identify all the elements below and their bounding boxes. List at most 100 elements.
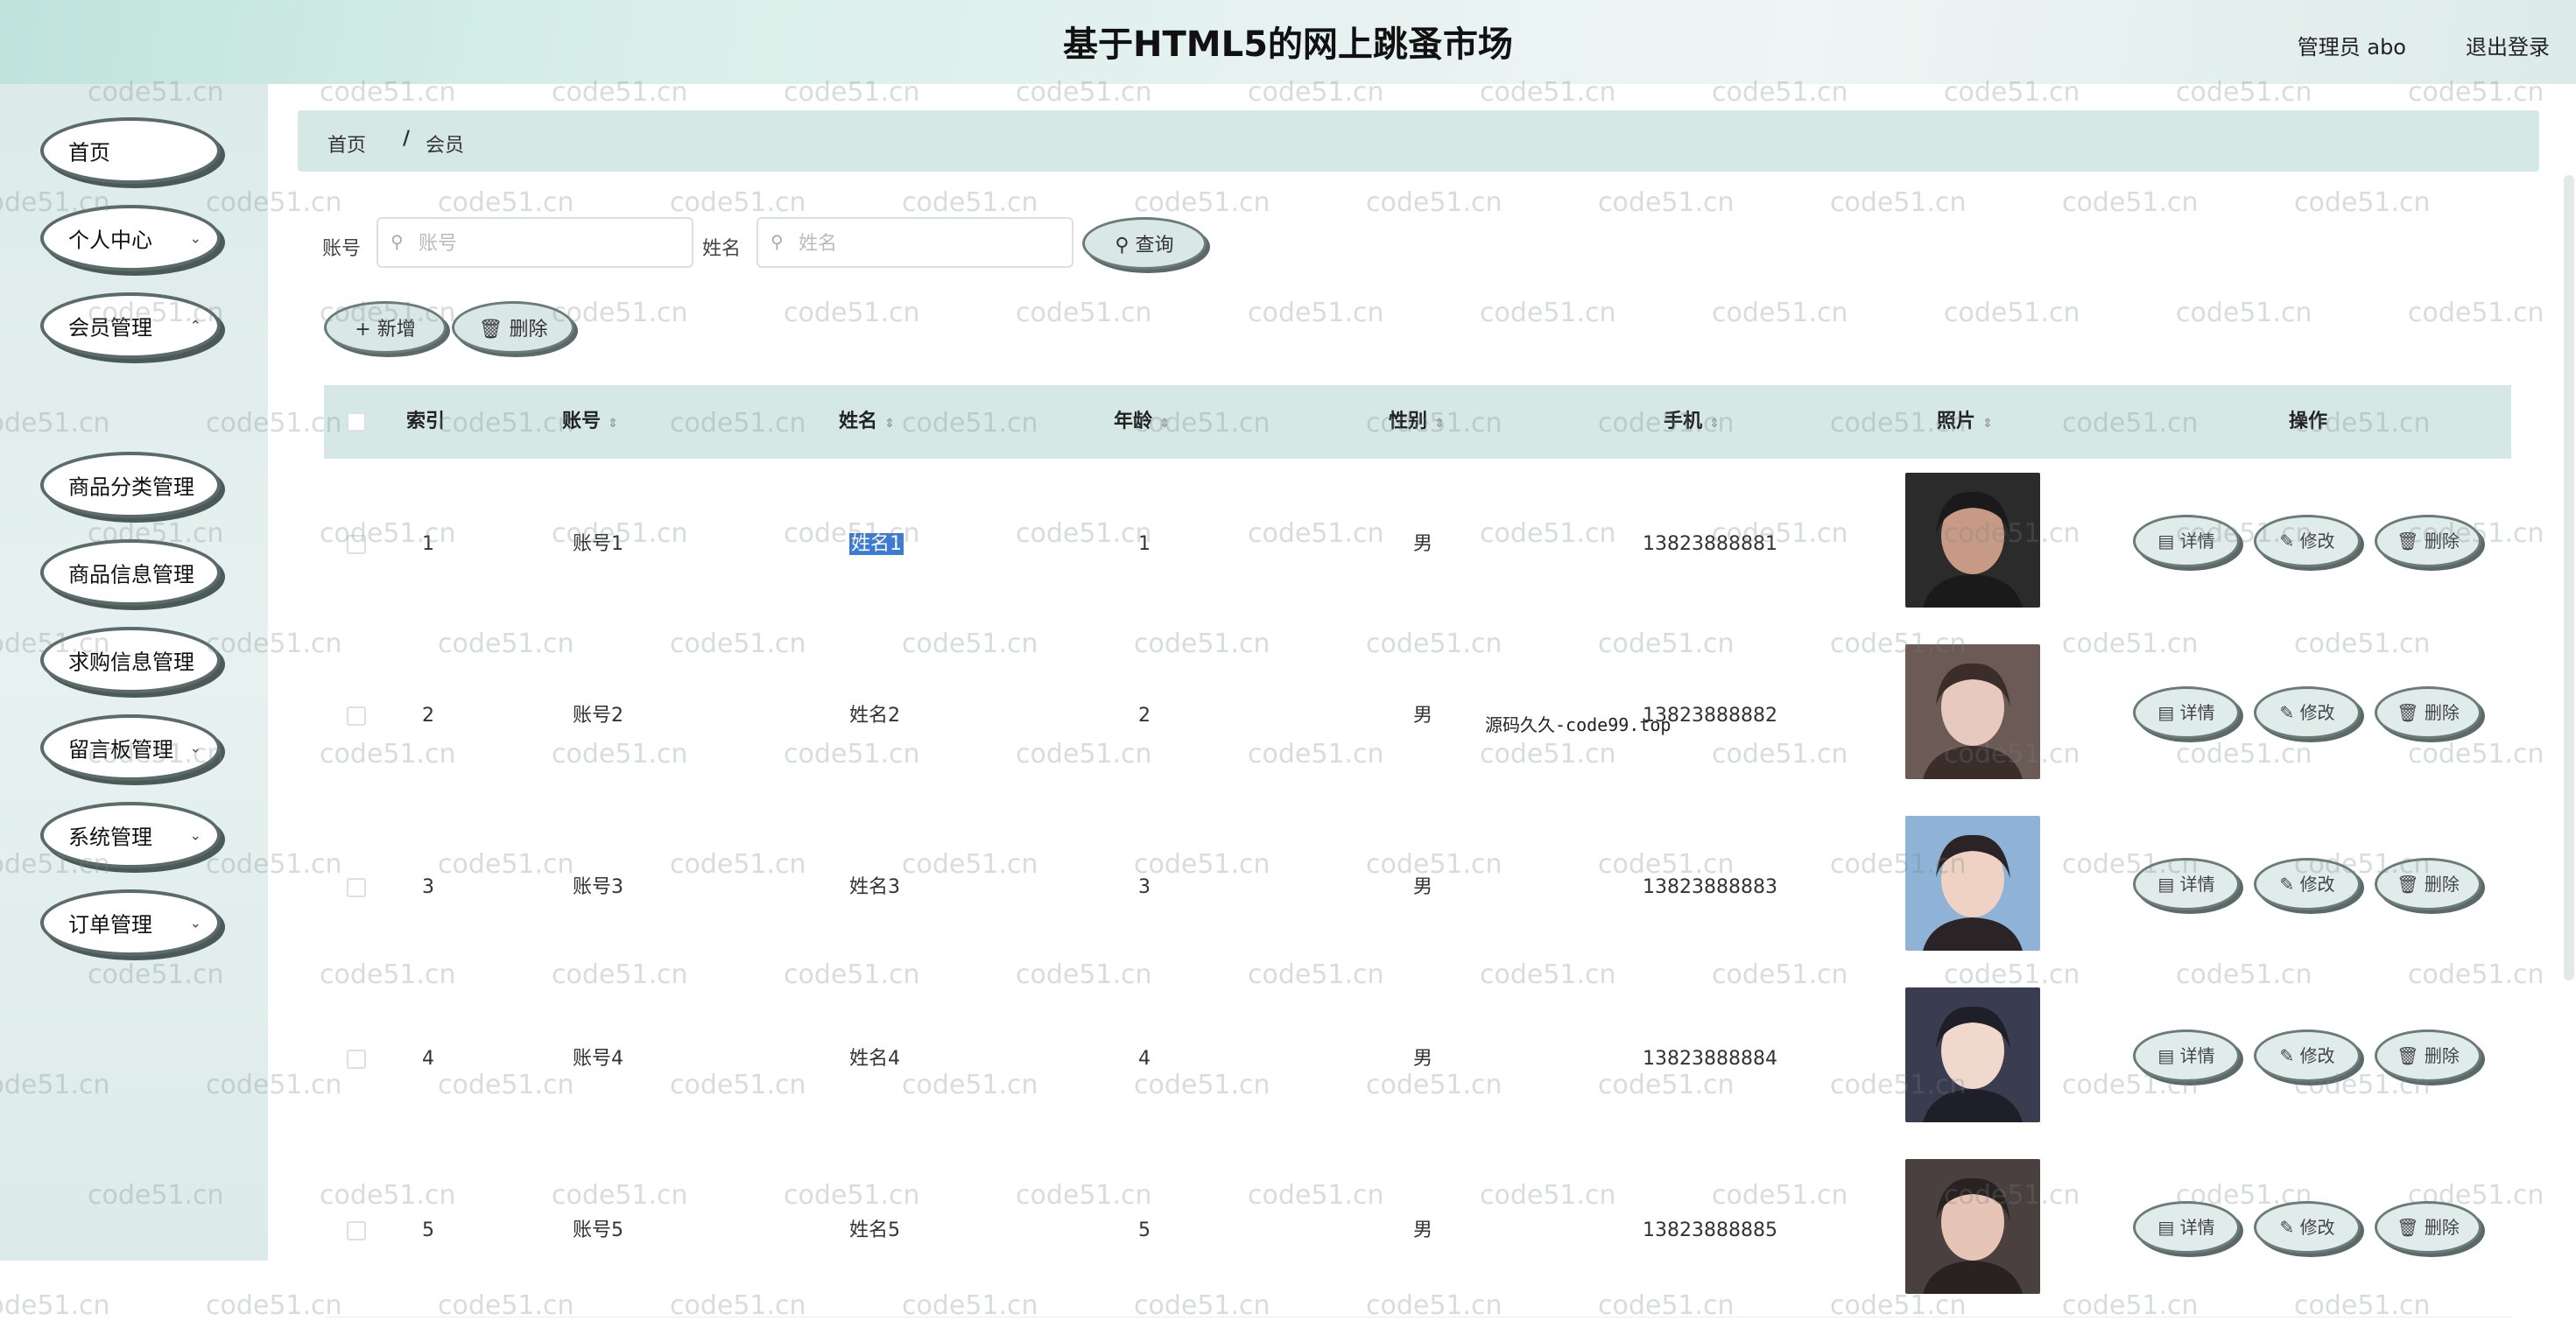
breadcrumb: 首页 / 会员 <box>298 110 2539 172</box>
breadcrumb-home[interactable]: 首页 <box>327 130 366 158</box>
delete-button-label: 删除 <box>509 319 548 341</box>
edit-button[interactable]: ✎ 修改 <box>2254 1201 2361 1254</box>
sidebar-item-member-management[interactable]: 会员管理 ⌃ <box>40 292 221 359</box>
cell-index: 2 <box>422 705 434 727</box>
cell-name: 姓名2 <box>849 705 900 727</box>
cell-gender: 男 <box>1413 876 1433 898</box>
cell-age: 3 <box>1138 876 1151 898</box>
sort-icon: ⇕ <box>1982 417 1993 431</box>
sidebar-item-label: 求购信息管理 <box>68 650 194 675</box>
edit-icon: ✎ <box>2279 1217 2295 1238</box>
plus-icon: + <box>355 319 371 341</box>
column-header-name[interactable]: 姓名 ⇕ <box>839 385 895 459</box>
column-header-gender[interactable]: 性别 ⇕ <box>1389 385 1445 459</box>
sort-icon: ⇕ <box>1159 417 1170 431</box>
edit-button[interactable]: ✎ 修改 <box>2254 1029 2361 1082</box>
sidebar-item-label: 商品分类管理 <box>68 474 194 500</box>
search-icon: ⚲ <box>1115 235 1130 256</box>
sidebar-item-home[interactable]: 首页 <box>40 117 221 184</box>
cell-account: 账号1 <box>573 533 623 555</box>
select-all-checkbox[interactable] <box>347 412 366 432</box>
watermark-text: code51.cn <box>0 1290 110 1321</box>
sidebar-item-label: 系统管理 <box>68 825 152 850</box>
query-button-label: 查询 <box>1135 235 1174 256</box>
chevron-down-icon: ⌄ <box>189 229 201 247</box>
sidebar-item-system-management[interactable]: 系统管理 ⌄ <box>40 802 221 868</box>
edit-button[interactable]: ✎ 修改 <box>2254 858 2361 910</box>
cell-index: 5 <box>422 1219 434 1241</box>
edit-icon: ✎ <box>2279 531 2295 552</box>
sidebar-item-label: 留言板管理 <box>68 737 173 762</box>
site-title: 基于HTML5的网上跳蚤市场 <box>1063 25 1513 65</box>
detail-button[interactable]: ▤ 详情 <box>2133 686 2240 739</box>
vertical-scrollbar[interactable] <box>2564 175 2574 980</box>
sidebar-item-label: 首页 <box>68 140 110 165</box>
account-search-input[interactable] <box>417 228 595 259</box>
column-header-actions: 操作 <box>2289 411 2328 432</box>
chevron-down-icon: ⌄ <box>189 826 201 844</box>
sidebar-item-order-management[interactable]: 订单管理 ⌄ <box>40 889 221 956</box>
detail-icon: ▤ <box>2157 531 2175 552</box>
detail-button[interactable]: ▤ 详情 <box>2133 1029 2240 1082</box>
sidebar-item-category-management[interactable]: 商品分类管理 <box>40 452 221 518</box>
row-checkbox[interactable] <box>347 706 366 726</box>
sidebar-item-message-board[interactable]: 留言板管理 ⌄ <box>40 714 221 781</box>
sidebar-item-product-management[interactable]: 商品信息管理 <box>40 539 221 606</box>
detail-button[interactable]: ▤ 详情 <box>2133 515 2240 567</box>
sidebar-item-request-management[interactable]: 求购信息管理 <box>40 627 221 693</box>
cell-gender: 男 <box>1413 1219 1433 1241</box>
edit-icon: ✎ <box>2279 1045 2295 1066</box>
edit-button[interactable]: ✎ 修改 <box>2254 515 2361 567</box>
sort-icon: ⇕ <box>1434 417 1445 431</box>
cell-phone: 13823888884 <box>1643 1048 1777 1070</box>
cell-index: 1 <box>422 533 434 555</box>
delete-button[interactable]: 🗑 删除 <box>2375 858 2481 910</box>
admin-label: 管理员 abo <box>2297 35 2406 60</box>
column-header-index: 索引 <box>406 411 446 432</box>
cell-name: 姓名3 <box>849 876 900 898</box>
name-search-input[interactable] <box>797 228 975 259</box>
member-photo <box>1905 987 2040 1122</box>
row-checkbox[interactable] <box>347 1050 366 1069</box>
detail-button[interactable]: ▤ 详情 <box>2133 1201 2240 1254</box>
chevron-up-icon: ⌃ <box>189 317 201 334</box>
trash-icon: 🗑 <box>478 319 503 341</box>
logout-link[interactable]: 退出登录 <box>2466 30 2550 60</box>
delete-button[interactable]: 🗑 删除 <box>2375 1201 2481 1254</box>
row-checkbox[interactable] <box>347 535 366 554</box>
main-content: 首页 / 会员 账号 ⚲ 姓名 ⚲ ⚲ 查询 + 新增 🗑 删除 索引 账号⇕ … <box>268 84 2576 1317</box>
delete-button[interactable]: 🗑 删除 <box>2375 515 2481 567</box>
add-button[interactable]: + 新增 <box>324 301 447 354</box>
delete-button[interactable]: 🗑 删除 <box>2375 686 2481 739</box>
detail-icon: ▤ <box>2157 1045 2175 1066</box>
member-photo <box>1905 1159 2040 1294</box>
member-photo <box>1905 816 2040 951</box>
query-button[interactable]: ⚲ 查询 <box>1082 217 1207 270</box>
column-header-phone[interactable]: 手机 ⇕ <box>1664 385 1720 459</box>
table-row: 1 账号1 姓名1 1 男 13823888881 ▤ 详情 ✎ 修改 🗑 删除 <box>324 459 2511 631</box>
name-label: 姓名 <box>702 238 742 260</box>
search-icon: ⚲ <box>771 231 784 252</box>
column-header-photo[interactable]: 照片 ⇕ <box>1937 385 1993 459</box>
search-icon: ⚲ <box>391 231 404 252</box>
batch-delete-button[interactable]: 🗑 删除 <box>452 301 574 354</box>
sidebar-item-personal-center[interactable]: 个人中心 ⌄ <box>40 205 221 271</box>
table-row: 4 账号4 姓名4 4 男 13823888884 ▤ 详情 ✎ 修改 🗑 删除 <box>324 973 2511 1146</box>
account-label: 账号 <box>322 238 362 260</box>
row-checkbox[interactable] <box>347 1221 366 1240</box>
cell-phone: 13823888881 <box>1643 533 1777 555</box>
cell-index: 3 <box>422 876 434 898</box>
column-header-account[interactable]: 账号 ⇕ <box>562 385 618 459</box>
cell-gender: 男 <box>1413 533 1433 555</box>
detail-icon: ▤ <box>2157 1217 2175 1238</box>
chevron-down-icon: ⌄ <box>189 914 201 931</box>
delete-button[interactable]: 🗑 删除 <box>2375 1029 2481 1082</box>
edit-icon: ✎ <box>2279 702 2295 723</box>
cell-age: 1 <box>1138 533 1151 555</box>
column-header-age[interactable]: 年龄 ⇕ <box>1114 385 1170 459</box>
row-checkbox[interactable] <box>347 878 366 897</box>
cell-phone: 13823888883 <box>1643 876 1777 898</box>
detail-button[interactable]: ▤ 详情 <box>2133 858 2240 910</box>
edit-button[interactable]: ✎ 修改 <box>2254 686 2361 739</box>
sidebar-item-label: 商品信息管理 <box>68 562 194 587</box>
